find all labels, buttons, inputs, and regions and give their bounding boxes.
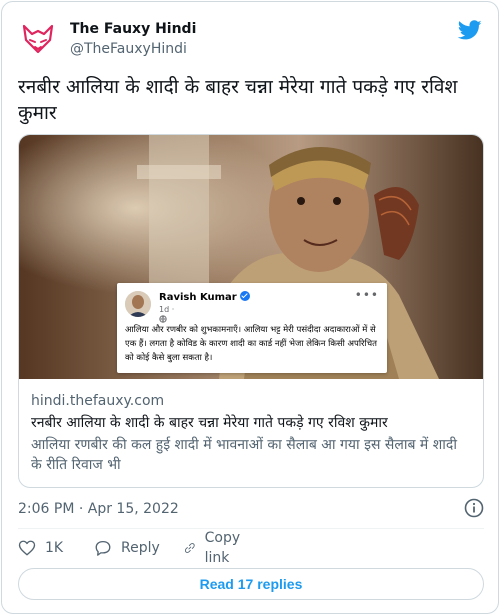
- facebook-post-screenshot: Ravish Kumar 1d · ••• आलिया और रणबीर को …: [117, 283, 387, 373]
- fb-post-time-text: 1d ·: [159, 305, 175, 314]
- author-handle[interactable]: @TheFauxyHindi: [70, 40, 196, 58]
- divider: [18, 528, 484, 529]
- link-preview-meta: hindi.thefauxy.com रनबीर आलिया के शादी क…: [31, 391, 471, 475]
- fb-post-text: आलिया और रणबीर को शुभकामनाएँ। आलिया भट्ट…: [125, 325, 377, 363]
- link-title: रनबीर आलिया के शादी के बाहर चन्ना मेरेया…: [31, 415, 388, 431]
- link-preview-image: Ravish Kumar 1d · ••• आलिया और रणबीर को …: [19, 135, 483, 379]
- copy-link-label: Copy link: [204, 530, 241, 566]
- like-count: 1K: [45, 540, 64, 556]
- link-description: आलिया रणबीर की कल हुई शादी में भावनाओं क…: [31, 437, 457, 473]
- like-button[interactable]: 1K: [18, 538, 63, 558]
- tweet-text: रनबीर आलिया के शादी के बाहर चन्ना मेरेया…: [18, 76, 458, 124]
- tweet-timestamp[interactable]: 2:06 PM · Apr 15, 2022: [18, 501, 179, 517]
- globe-icon: [159, 315, 167, 323]
- more-dots-icon: •••: [354, 288, 379, 302]
- read-replies-button[interactable]: Read 17 replies: [18, 568, 484, 600]
- fb-avatar: [125, 291, 151, 317]
- tweet-header: The Fauxy Hindi @TheFauxyHindi: [18, 18, 482, 58]
- copy-link-button[interactable]: Copy link: [184, 530, 247, 566]
- read-replies-label: Read 17 replies: [199, 576, 303, 592]
- reply-label: Reply: [121, 540, 160, 556]
- link-preview-card[interactable]: Ravish Kumar 1d · ••• आलिया और रणबीर को …: [18, 134, 484, 488]
- timestamp-row: 2:06 PM · Apr 15, 2022: [18, 498, 484, 520]
- author-names: The Fauxy Hindi @TheFauxyHindi: [70, 20, 196, 58]
- fb-post-time: 1d ·: [159, 305, 174, 323]
- fb-author-name: Ravish Kumar: [159, 291, 250, 304]
- twitter-bird-icon[interactable]: [457, 18, 482, 42]
- reply-button[interactable]: Reply: [94, 538, 160, 558]
- heart-icon: [18, 540, 36, 556]
- fox-logo-icon[interactable]: [18, 18, 58, 58]
- link-icon: [184, 543, 195, 553]
- tweet-card: The Fauxy Hindi @TheFauxyHindi रनबीर आलि…: [1, 1, 499, 614]
- verified-badge-icon: [239, 291, 250, 301]
- link-domain: hindi.thefauxy.com: [31, 393, 165, 409]
- info-icon[interactable]: [464, 498, 484, 518]
- author-display-name[interactable]: The Fauxy Hindi: [70, 20, 196, 38]
- fb-author-name-text: Ravish Kumar: [159, 292, 237, 303]
- reply-icon: [95, 540, 111, 556]
